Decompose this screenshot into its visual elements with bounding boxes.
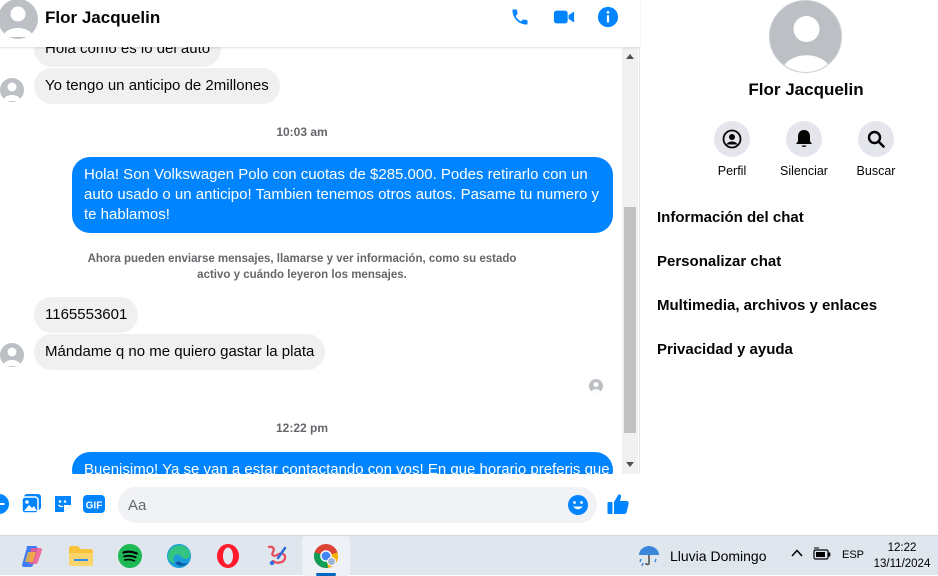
menu-customize-chat[interactable]: Personalizar chat: [657, 253, 781, 270]
sticker-icon[interactable]: [52, 493, 74, 515]
battery-icon[interactable]: [813, 547, 831, 564]
scroll-thumb[interactable]: [624, 207, 636, 433]
message-incoming[interactable]: Yo tengo un anticipo de 2millones: [34, 68, 280, 104]
message-outgoing[interactable]: Buenisimo! Ya se van a estar contactando…: [72, 452, 613, 474]
edge-icon[interactable]: [166, 543, 192, 569]
scrollbar[interactable]: [622, 47, 638, 474]
bell-icon[interactable]: [786, 121, 822, 157]
chat-pane: Flor Jacquelin Hola como es lo del auto …: [0, 0, 640, 535]
image-icon[interactable]: [21, 493, 43, 515]
like-icon[interactable]: [606, 492, 630, 516]
gif-icon[interactable]: GIF: [83, 493, 105, 515]
file-explorer-icon[interactable]: [68, 543, 94, 569]
scroll-up-arrow[interactable]: [626, 54, 634, 59]
spotify-icon[interactable]: [117, 543, 143, 569]
composer: GIF: [0, 474, 640, 535]
plus-circle-icon[interactable]: [0, 493, 10, 515]
weather-text[interactable]: Lluvia Domingo: [670, 548, 767, 564]
search-icon[interactable]: [858, 121, 894, 157]
profile-action[interactable]: Perfil: [702, 121, 762, 178]
system-clock[interactable]: 12:22 13/11/2024: [870, 540, 934, 572]
video-icon[interactable]: [552, 5, 576, 29]
menu-privacy-support[interactable]: Privacidad y ayuda: [657, 341, 793, 358]
search-action[interactable]: Buscar: [846, 121, 906, 178]
message-incoming[interactable]: 1165553601: [34, 297, 139, 333]
menu-media-files-links[interactable]: Multimedia, archivos y enlaces: [657, 297, 877, 314]
profile-name: Flor Jacquelin: [748, 80, 864, 99]
rain-umbrella-icon[interactable]: [636, 544, 662, 568]
input-language[interactable]: ESP: [842, 549, 864, 561]
message-list[interactable]: Hola como es lo del auto Yo tengo un ant…: [0, 47, 622, 474]
message-input[interactable]: [128, 487, 558, 523]
phone-icon[interactable]: [508, 5, 532, 29]
opera-icon[interactable]: [215, 543, 241, 569]
profile-avatar-large[interactable]: [769, 0, 842, 73]
contact-avatar-small: [0, 78, 24, 102]
info-icon[interactable]: [596, 5, 620, 29]
message-input-wrap[interactable]: [118, 487, 597, 523]
message-timestamp: 10:03 am: [276, 125, 328, 139]
message-incoming[interactable]: Mándame q no me quiero gastar la plata: [34, 334, 326, 370]
chrome-icon[interactable]: [313, 543, 339, 569]
scroll-down-arrow[interactable]: [626, 462, 634, 467]
taskbar: Lluvia Domingo ESP 12:22 13/11/2024: [0, 535, 938, 576]
chat-header: Flor Jacquelin: [0, 0, 640, 47]
mute-action-label: Silenciar: [780, 164, 828, 178]
chat-info-panel: Flor Jacquelin Perfil Silenciar Buscar I…: [641, 0, 938, 535]
search-action-label: Buscar: [856, 164, 896, 178]
messenger-window: Flor Jacquelin Hola como es lo del auto …: [0, 0, 938, 535]
menu-chat-info[interactable]: Información del chat: [657, 209, 804, 226]
contact-name[interactable]: Flor Jacquelin: [45, 8, 160, 28]
emoji-icon[interactable]: [567, 494, 589, 516]
message-timestamp: 12:22 pm: [275, 421, 329, 435]
mute-action[interactable]: Silenciar: [774, 121, 834, 178]
profile-action-label: Perfil: [717, 164, 747, 178]
copilot-icon[interactable]: [19, 543, 45, 569]
chevron-up-icon[interactable]: [790, 546, 804, 563]
message-outgoing[interactable]: Hola! Son Volkswagen Polo con cuotas de …: [72, 157, 613, 233]
contact-avatar-small: [0, 343, 24, 367]
paint-icon[interactable]: [264, 543, 290, 569]
clock-date: 13/11/2024: [873, 558, 931, 570]
profile-icon[interactable]: [714, 121, 750, 157]
clock-time: 12:22: [887, 542, 917, 554]
system-note: Ahora pueden enviarse mensajes, llamarse…: [87, 253, 517, 281]
read-receipt-avatar: [589, 379, 603, 393]
message-incoming[interactable]: Hola como es lo del auto: [34, 47, 222, 67]
contact-avatar[interactable]: [0, 0, 38, 39]
svg-text:GIF: GIF: [86, 501, 103, 512]
